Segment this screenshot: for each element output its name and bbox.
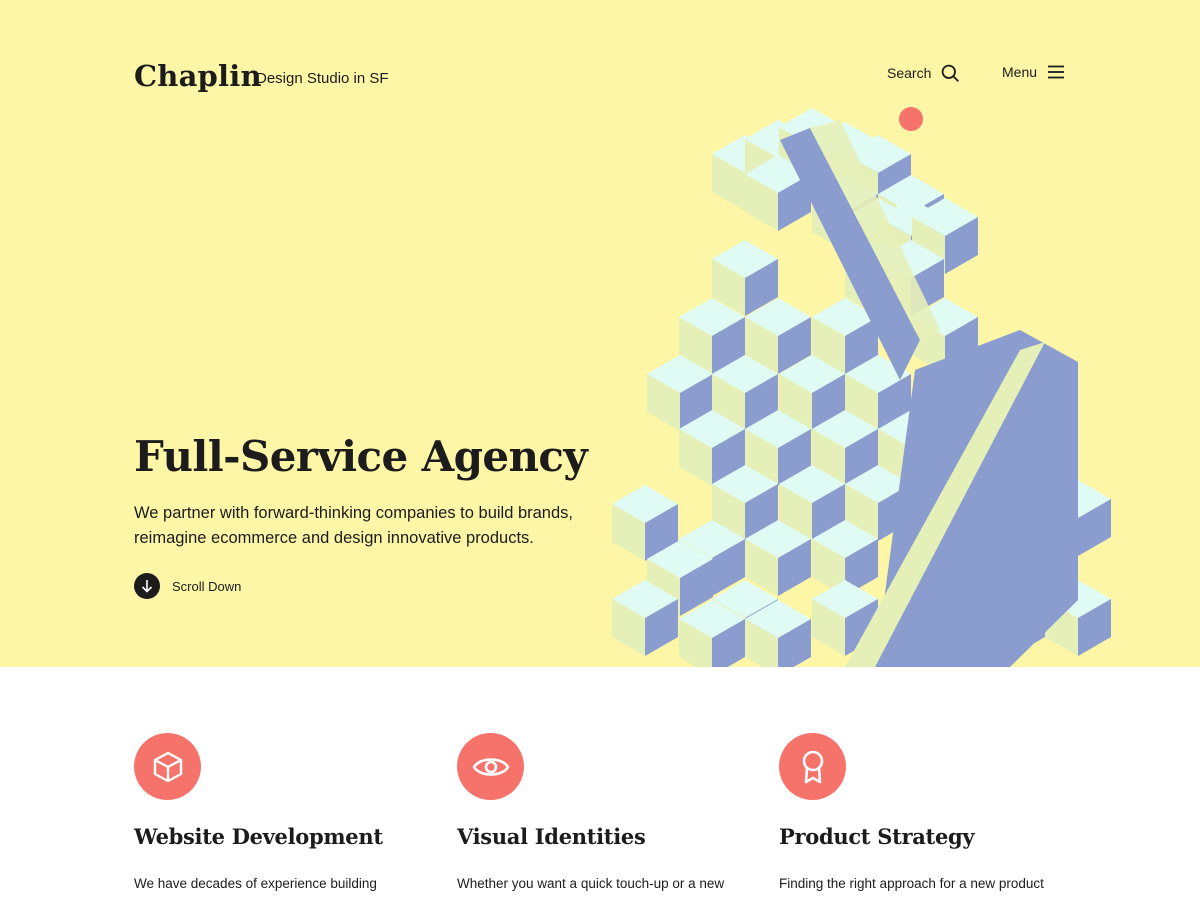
- hero-section: Chaplin Design Studio in SF Search Menu: [0, 0, 1200, 667]
- cube-icon: [153, 751, 182, 782]
- menu-button[interactable]: Menu: [1002, 64, 1065, 80]
- isometric-cubes-illustration: [612, 107, 1111, 667]
- site-tagline: Design Studio in SF: [256, 70, 389, 87]
- service-icon-circle: [779, 733, 846, 800]
- eye-icon: [472, 757, 509, 776]
- service-icon-circle: [134, 733, 201, 800]
- scroll-circle: [134, 573, 160, 599]
- arrow-down-icon: [141, 580, 153, 593]
- menu-label: Menu: [1002, 64, 1038, 80]
- search-label: Search: [887, 65, 932, 81]
- red-ball: [899, 107, 923, 131]
- service-title: Product Strategy: [779, 824, 975, 849]
- service-text: Whether you want a quick touch-up or a n…: [457, 876, 725, 891]
- hamburger-icon: [1048, 65, 1065, 79]
- services-section: Website Development We have decades of e…: [0, 667, 1200, 900]
- service-card-product-strategy: Product Strategy Finding the right appro…: [779, 733, 1069, 895]
- hero-description: We partner with forward-thinking compani…: [134, 504, 573, 547]
- service-text: We have decades of experience building: [134, 876, 377, 891]
- scroll-down-label: Scroll Down: [172, 578, 242, 594]
- service-card-website-development: Website Development We have decades of e…: [134, 733, 424, 895]
- scroll-down-button[interactable]: Scroll Down: [134, 573, 241, 599]
- site-logo[interactable]: Chaplin: [134, 56, 262, 96]
- service-text: Finding the right approach for a new pro…: [779, 876, 1044, 891]
- hero-title: Full-Service Agency: [134, 432, 588, 481]
- service-card-visual-identities: Visual Identities Whether you want a qui…: [457, 733, 747, 895]
- award-icon: [802, 750, 823, 783]
- service-title: Website Development: [134, 824, 383, 849]
- service-icon-circle: [457, 733, 524, 800]
- service-title: Visual Identities: [457, 824, 646, 849]
